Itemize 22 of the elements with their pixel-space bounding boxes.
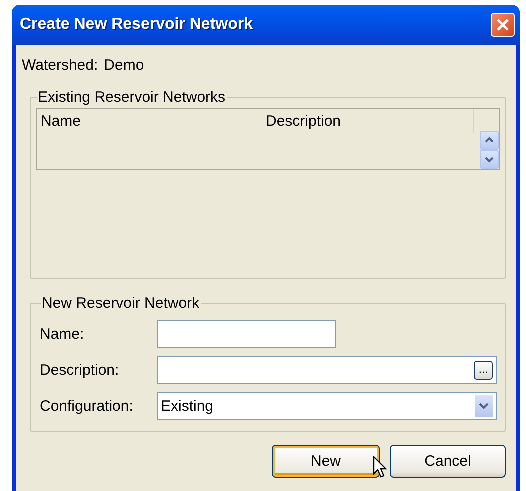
field-label: Configuration: [40,398,134,414]
group-title: Existing Reservoir Networks [37,89,227,106]
field-label: Description: [40,362,120,378]
browse-button[interactable]: ... [474,360,493,380]
scroll-up-icon[interactable] [480,131,499,150]
description-field[interactable]: ... [157,356,497,384]
column-header[interactable]: Name [37,112,266,130]
dialog-button[interactable]: Cancel [390,445,506,478]
scrollbar[interactable] [480,131,499,169]
scroll-down-icon[interactable] [480,150,499,169]
window-title: Create New Reservoir Network [20,16,254,34]
column-header[interactable]: Description [266,112,342,130]
mouse-cursor-icon [373,456,389,480]
name-field[interactable] [157,320,336,348]
watershed-name: Demo [104,56,144,74]
dialog-button[interactable]: New [272,445,380,478]
close-button[interactable] [491,13,515,37]
watershed-label: Watershed: [22,56,98,74]
group-title: New Reservoir Network [41,295,201,312]
close-icon [496,18,510,32]
field-label: Name: [40,326,86,342]
configuration-dropdown[interactable]: Existing [157,392,497,420]
